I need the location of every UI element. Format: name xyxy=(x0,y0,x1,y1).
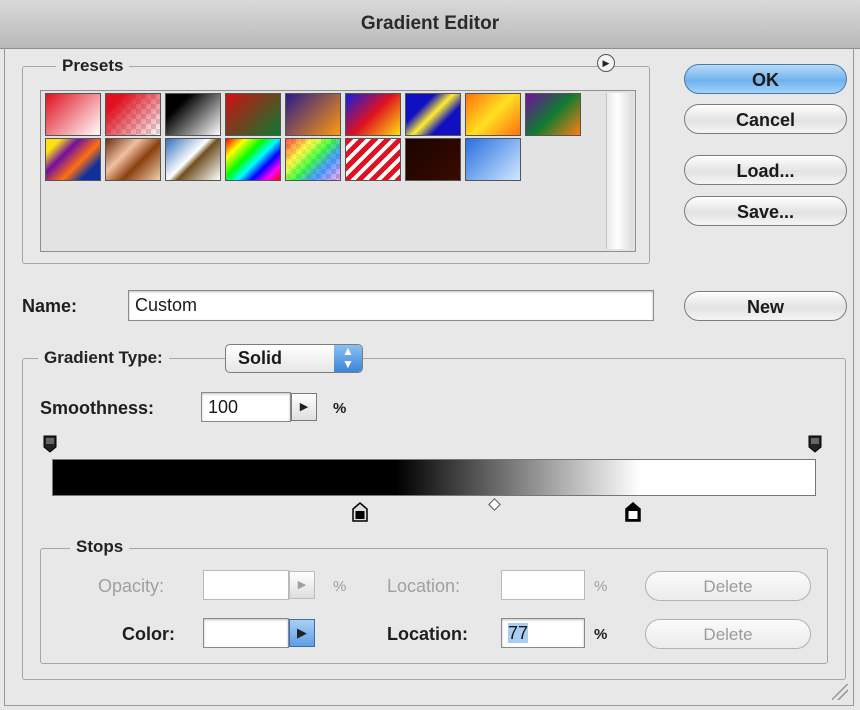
opacity-location-unit: % xyxy=(594,578,608,595)
window-title-bar: Gradient Editor xyxy=(0,0,860,49)
gradient-preview-bar[interactable] xyxy=(52,459,816,496)
delete-opacity-stop-button: Delete xyxy=(645,571,811,601)
preset-swatch-spectrum[interactable] xyxy=(225,138,281,181)
color-location-value: 77 xyxy=(508,623,529,643)
preset-swatch-transparent-stripes[interactable] xyxy=(345,138,401,181)
color-menu-button[interactable]: ▶ xyxy=(289,619,315,647)
new-button[interactable]: New xyxy=(684,291,847,321)
right-triangle-icon: ▶ xyxy=(297,625,307,640)
gradient-type-label: Gradient Type: xyxy=(38,348,169,368)
presets-scrollbar[interactable] xyxy=(606,93,633,249)
preset-swatch-violet-orange[interactable] xyxy=(285,93,341,136)
gradient-name-input[interactable]: Custom xyxy=(128,290,654,321)
smoothness-input[interactable]: 100 xyxy=(201,392,291,422)
opacity-location-input xyxy=(501,570,585,600)
preset-swatch-black-white[interactable] xyxy=(165,93,221,136)
opacity-slider-button: ▶ xyxy=(289,571,315,599)
color-stop-white[interactable] xyxy=(625,502,641,522)
color-location-unit: % xyxy=(594,626,608,643)
up-down-chevron-icon: ▲ ▼ xyxy=(334,345,362,372)
preset-swatch-blue-red-yellow[interactable] xyxy=(345,93,401,136)
resize-grip-icon[interactable] xyxy=(832,684,848,700)
load-button[interactable]: Load... xyxy=(684,155,847,185)
color-stop-black[interactable] xyxy=(352,502,368,522)
preset-swatch-yellow-violet-orange-blue[interactable] xyxy=(45,138,101,181)
color-swatch[interactable] xyxy=(203,618,289,648)
name-label: Name: xyxy=(22,296,78,316)
preset-swatch-violet-green-orange[interactable] xyxy=(525,93,581,136)
circle-right-arrow-icon[interactable]: ▶ xyxy=(597,54,615,72)
ok-button[interactable]: OK xyxy=(684,64,847,94)
right-triangle-icon: ▶ xyxy=(299,401,309,413)
preset-swatch-blue-yellow-blue[interactable] xyxy=(405,93,461,136)
stops-label: Stops xyxy=(70,537,130,557)
opacity-stop-right[interactable] xyxy=(808,435,822,453)
color-label: Color: xyxy=(122,624,175,644)
smoothness-slider-button[interactable]: ▶ xyxy=(291,393,317,421)
preset-swatch-red-green[interactable] xyxy=(225,93,281,136)
opacity-location-label: Location: xyxy=(387,576,461,596)
preset-swatch-dark-brown[interactable] xyxy=(405,138,461,181)
color-location-input[interactable]: 77 xyxy=(501,618,585,648)
preset-swatch-foreground-to-background[interactable] xyxy=(45,93,101,136)
cancel-button[interactable]: Cancel xyxy=(684,104,847,134)
gradient-type-select[interactable]: Solid ▲ ▼ xyxy=(225,344,363,373)
preset-swatch-chrome[interactable] xyxy=(165,138,221,181)
opacity-unit: % xyxy=(333,578,347,595)
color-location-label: Location: xyxy=(387,624,468,644)
opacity-label: Opacity: xyxy=(98,576,165,596)
gradient-type-value: Solid xyxy=(238,348,282,368)
preset-swatch-orange-yellow-orange[interactable] xyxy=(465,93,521,136)
preset-swatch-copper[interactable] xyxy=(105,138,161,181)
smoothness-label: Smoothness: xyxy=(40,398,155,418)
smoothness-unit: % xyxy=(333,400,347,417)
preset-swatch-light-blue[interactable] xyxy=(465,138,521,181)
right-triangle-icon: ▶ xyxy=(297,579,307,591)
opacity-input xyxy=(203,570,289,600)
preset-swatch-foreground-to-transparent[interactable] xyxy=(105,93,161,136)
presets-label: Presets xyxy=(56,56,130,76)
window-title: Gradient Editor xyxy=(360,13,500,34)
opacity-stop-left[interactable] xyxy=(43,435,57,453)
preset-swatch-transparent-rainbow[interactable] xyxy=(285,138,341,181)
save-button[interactable]: Save... xyxy=(684,196,847,226)
preset-swatch-list xyxy=(40,90,636,252)
delete-color-stop-button: Delete xyxy=(645,619,811,649)
